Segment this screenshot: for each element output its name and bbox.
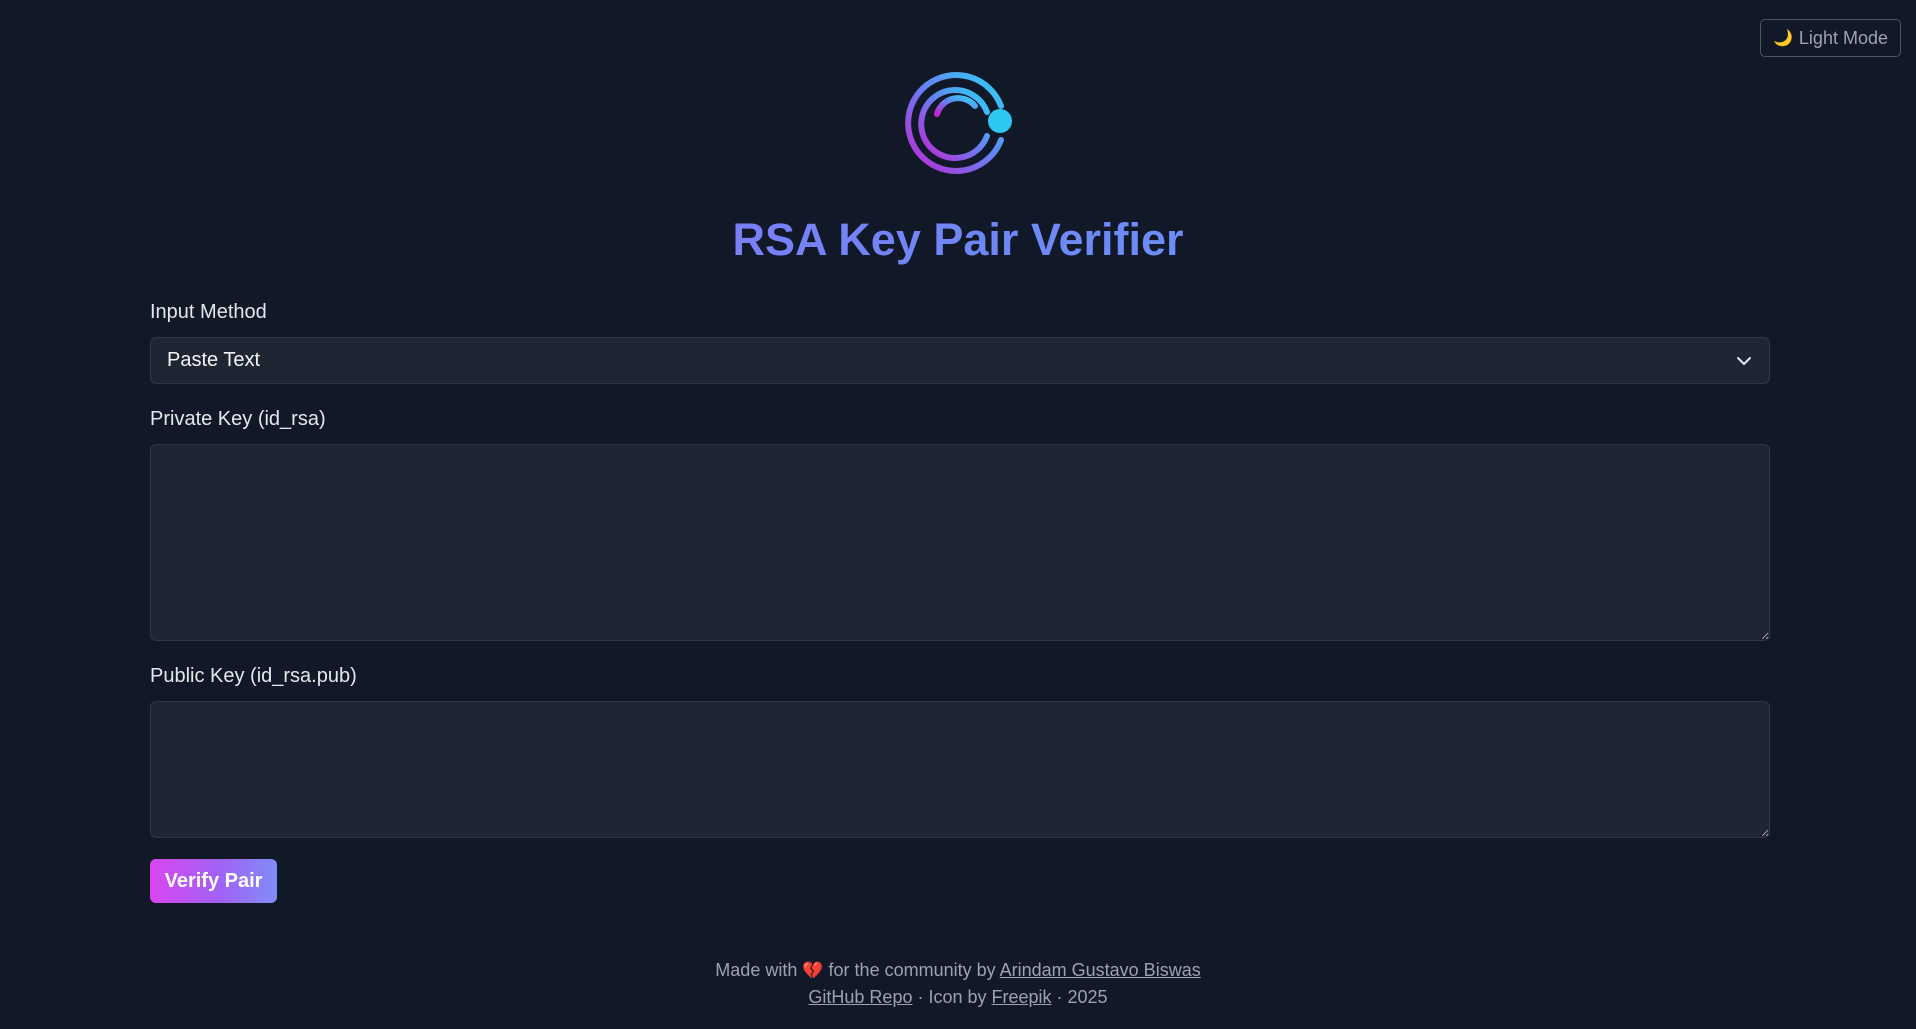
input-method-value: Paste Text xyxy=(167,349,261,371)
author-link[interactable]: Arindam Gustavo Biswas xyxy=(1000,960,1201,980)
page-title: RSA Key Pair Verifier xyxy=(0,214,1916,266)
github-repo-link[interactable]: GitHub Repo xyxy=(808,987,912,1007)
heart-icon: 💔 xyxy=(802,961,824,980)
input-method-label: Input Method xyxy=(150,301,267,323)
freepik-link[interactable]: Freepik xyxy=(992,987,1052,1007)
footer-icon-by: · Icon by xyxy=(912,987,992,1007)
input-method-select[interactable]: Paste Text xyxy=(150,337,1770,384)
theme-toggle-button[interactable]: 🌙 Light Mode xyxy=(1760,19,1901,57)
theme-toggle-label: Light Mode xyxy=(1798,27,1888,48)
private-key-textarea[interactable] xyxy=(150,444,1770,641)
public-key-textarea[interactable] xyxy=(150,701,1770,838)
verify-pair-button[interactable]: Verify Pair xyxy=(150,859,277,903)
private-key-label: Private Key (id_rsa) xyxy=(150,408,326,430)
public-key-label: Public Key (id_rsa.pub) xyxy=(150,665,357,687)
footer-line-2: GitHub Repo · Icon by Freepik · 2025 xyxy=(0,987,1916,1008)
moon-icon: 🌙 xyxy=(1773,30,1793,47)
footer-for-community: for the community by xyxy=(828,960,996,980)
key-logo-icon xyxy=(905,72,1012,174)
footer-year: · 2025 xyxy=(1051,987,1108,1007)
footer-made-with: Made with xyxy=(715,960,798,980)
chevron-down-icon xyxy=(1737,357,1751,365)
footer-line-1: Made with 💔 for the community by Arindam… xyxy=(0,960,1916,981)
